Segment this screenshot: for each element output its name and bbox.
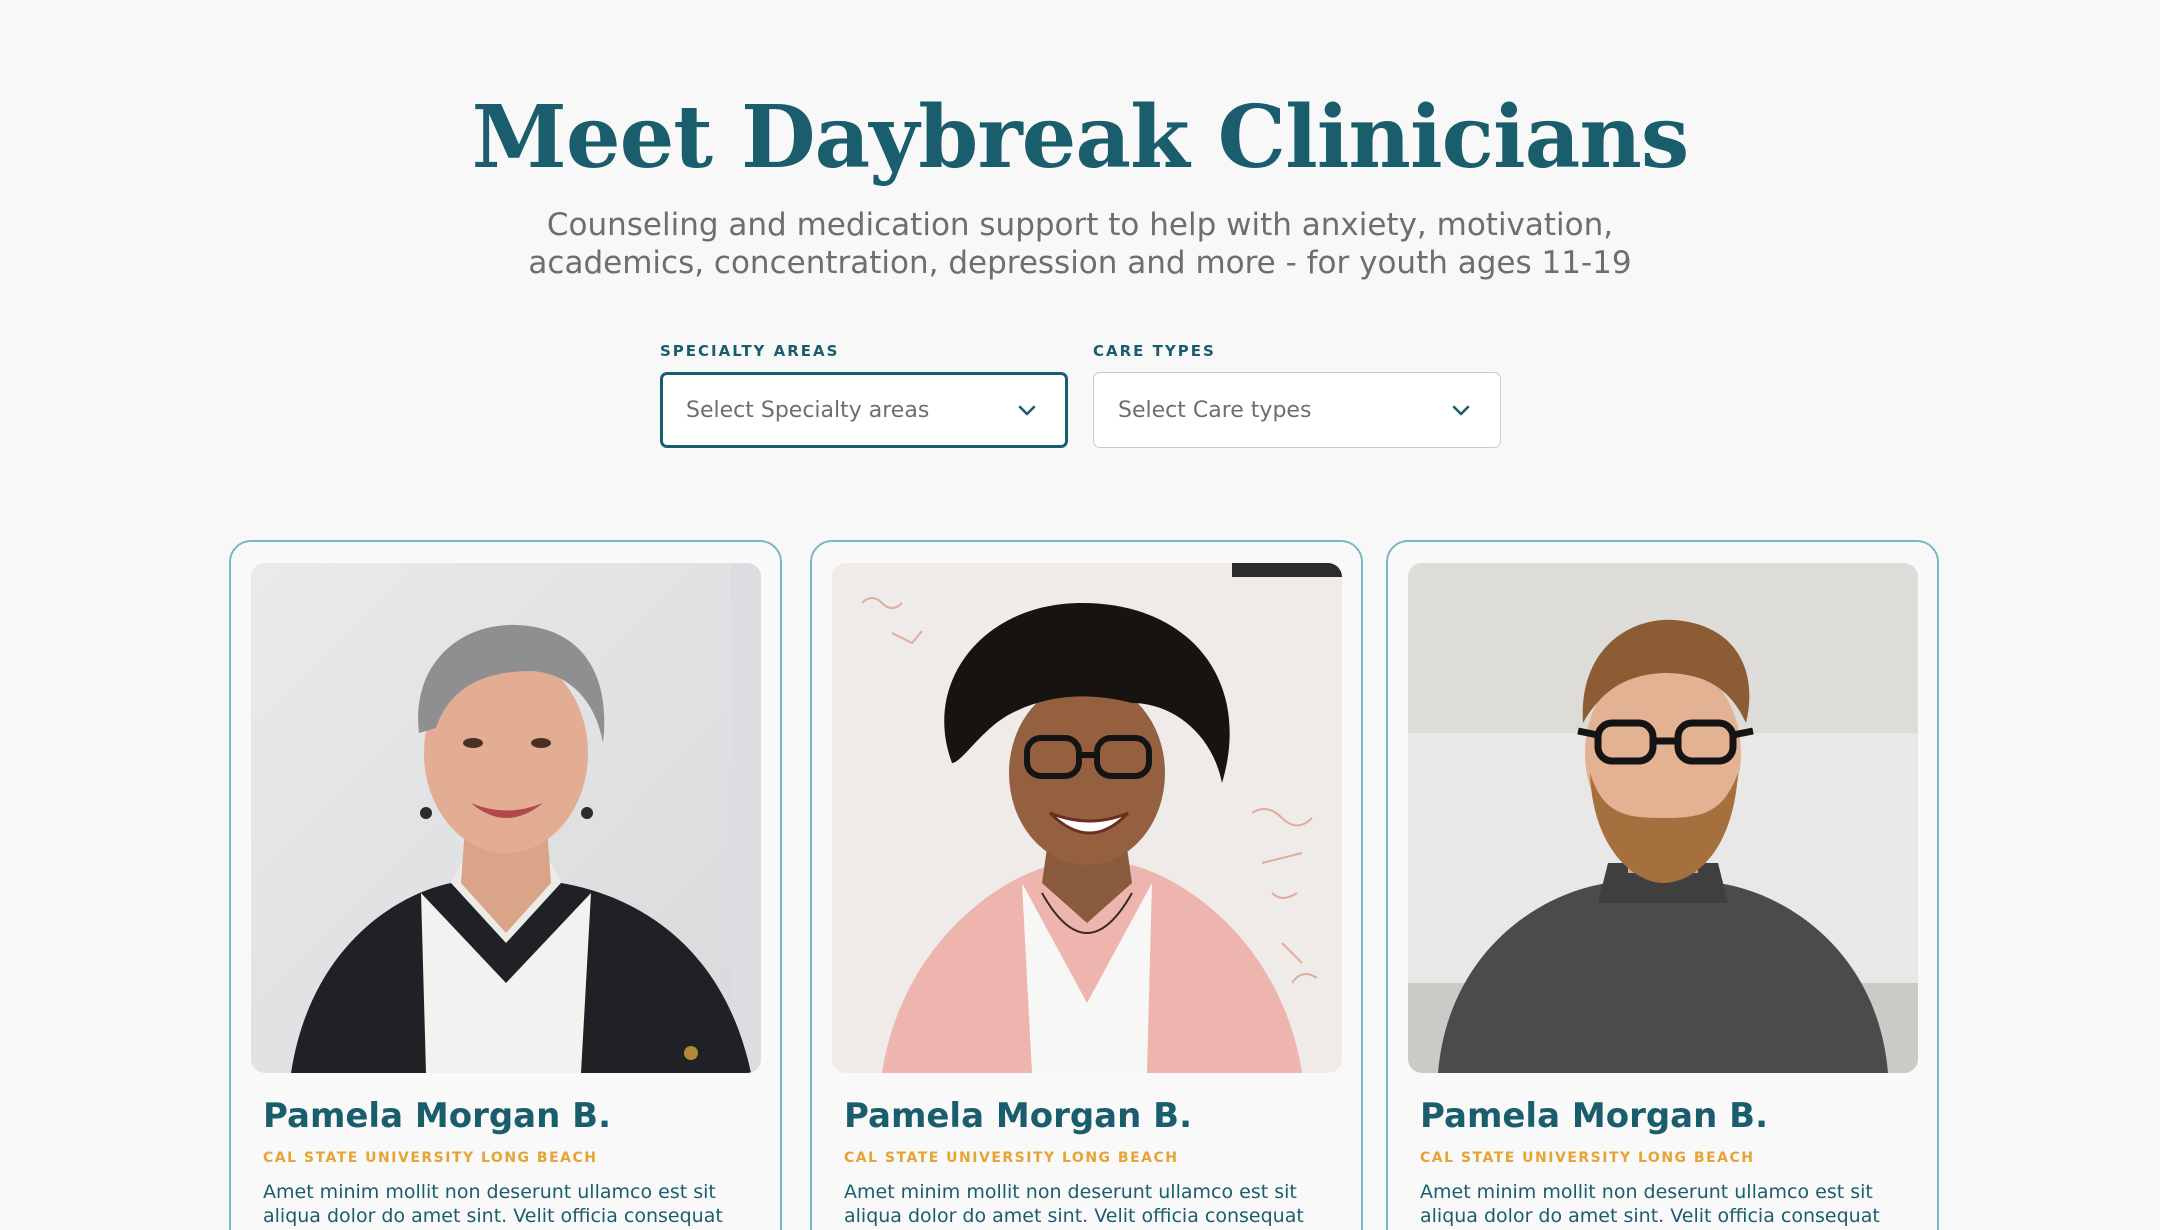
clinician-school: CAL STATE UNIVERSITY LONG BEACH — [1420, 1150, 1755, 1166]
specialty-filter: SPECIALTY AREAS Select Specialty areas — [660, 342, 1068, 448]
care-types-select[interactable]: Select Care types — [1093, 372, 1501, 448]
clinician-portrait-image — [832, 563, 1342, 1073]
clinician-school: CAL STATE UNIVERSITY LONG BEACH — [263, 1150, 598, 1166]
clinician-bio: Amet minim mollit non deserunt ullamco e… — [1420, 1181, 1880, 1230]
clinician-school: CAL STATE UNIVERSITY LONG BEACH — [844, 1150, 1179, 1166]
care-types-select-placeholder: Select Care types — [1118, 397, 1312, 423]
clinician-card[interactable]: Pamela Morgan B. CAL STATE UNIVERSITY LO… — [1386, 540, 1939, 1230]
specialty-filter-label: SPECIALTY AREAS — [660, 342, 840, 360]
chevron-down-icon — [1452, 405, 1470, 416]
clinician-name: Pamela Morgan B. — [844, 1096, 1192, 1136]
clinician-card[interactable]: Pamela Morgan B. CAL STATE UNIVERSITY LO… — [229, 540, 782, 1230]
chevron-down-icon — [1018, 405, 1036, 416]
clinician-portrait-image — [251, 563, 761, 1073]
care-types-filter-label: CARE TYPES — [1093, 342, 1216, 360]
care-types-filter: CARE TYPES Select Care types — [1093, 342, 1501, 448]
page-title: Meet Daybreak Clinicians — [471, 87, 1690, 188]
page-subtitle: Counseling and medication support to hel… — [528, 207, 1632, 281]
specialty-select[interactable]: Select Specialty areas — [660, 372, 1068, 448]
clinician-bio: Amet minim mollit non deserunt ullamco e… — [844, 1181, 1304, 1230]
clinician-bio: Amet minim mollit non deserunt ullamco e… — [263, 1181, 723, 1230]
clinician-name: Pamela Morgan B. — [1420, 1096, 1768, 1136]
clinicians-page: Meet Daybreak Clinicians Counseling and … — [0, 0, 2160, 1230]
clinician-portrait-image — [1408, 563, 1918, 1073]
clinician-photo — [251, 563, 761, 1073]
clinician-card[interactable]: Pamela Morgan B. CAL STATE UNIVERSITY LO… — [810, 540, 1363, 1230]
clinician-card-list: Pamela Morgan B. CAL STATE UNIVERSITY LO… — [229, 540, 1939, 1230]
clinician-name: Pamela Morgan B. — [263, 1096, 611, 1136]
clinician-photo — [1408, 563, 1918, 1073]
specialty-select-placeholder: Select Specialty areas — [686, 397, 930, 423]
clinician-photo — [832, 563, 1342, 1073]
